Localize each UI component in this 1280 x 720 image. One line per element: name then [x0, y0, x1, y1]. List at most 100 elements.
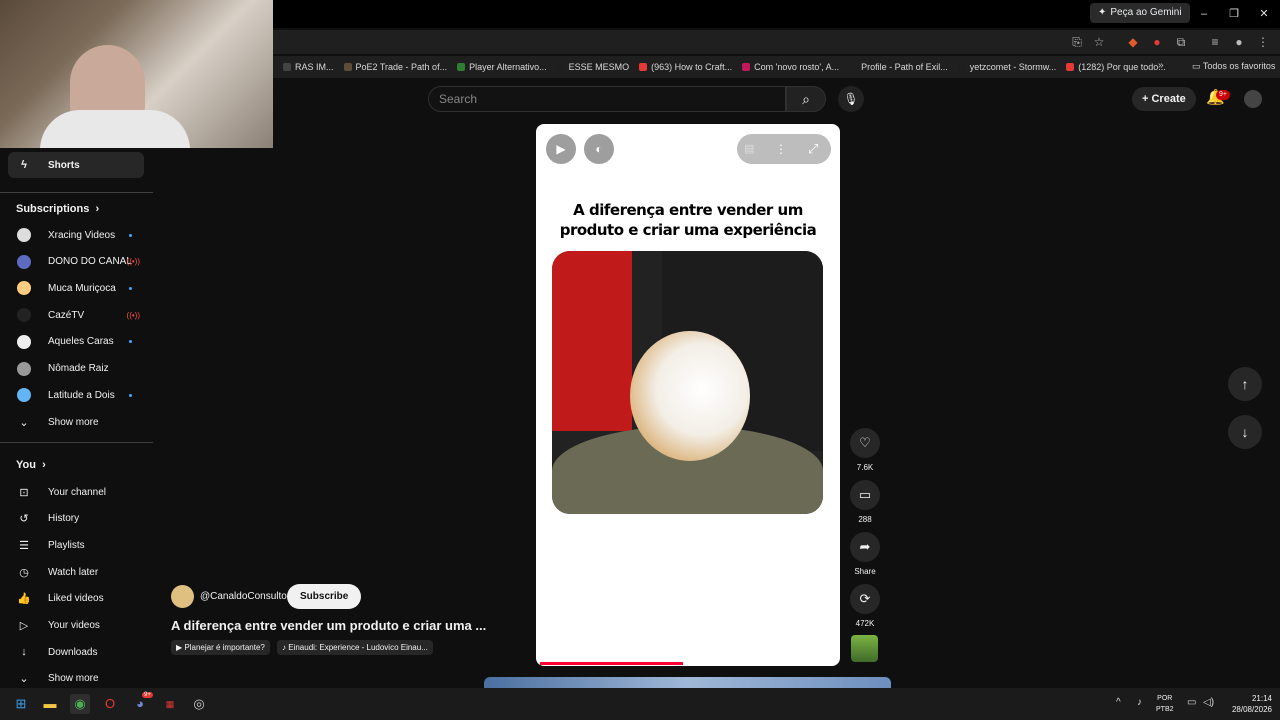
minimize-icon[interactable]: –: [1194, 5, 1214, 23]
sidebar-item-liked-videos[interactable]: 👍 Liked videos: [8, 586, 144, 612]
extensions-icon[interactable]: ⧉: [1172, 33, 1190, 51]
bookmark-item[interactable]: (963) How to Craft...: [639, 62, 732, 72]
file-explorer-icon[interactable]: ▬: [40, 694, 60, 714]
extension-1-icon[interactable]: ◆: [1124, 33, 1142, 51]
more-options-icon[interactable]: ⋮: [775, 142, 787, 156]
opera-icon[interactable]: O: [100, 694, 120, 714]
media-icon[interactable]: ≡: [1206, 33, 1224, 51]
arrow-down-icon[interactable]: ↓: [1228, 415, 1262, 449]
tray-mic-icon[interactable]: ♪: [1137, 697, 1142, 708]
sidebar-item-your-videos[interactable]: ▷ Your videos: [8, 613, 144, 639]
sidebar-item-downloads[interactable]: ↓ Downloads: [8, 639, 144, 665]
subscribe-button[interactable]: Subscribe: [287, 584, 362, 609]
audio-thumbnail[interactable]: [851, 635, 878, 662]
shorts-player[interactable]: A diferença entre vender um produto e cr…: [536, 124, 840, 666]
extension-2-icon[interactable]: ●: [1148, 33, 1166, 51]
windows-start-icon[interactable]: ⊞: [11, 694, 31, 714]
share-icon[interactable]: ➦: [850, 532, 880, 562]
discord-badge: 9+: [142, 692, 153, 698]
search-icon[interactable]: ⌕: [786, 86, 826, 112]
short-title[interactable]: A diferença entre vender um produto e cr…: [171, 618, 486, 633]
sidebar-item-subscription[interactable]: Nômade Raiz: [8, 356, 144, 382]
gemini-button[interactable]: ✦ Peça ao Gemini: [1090, 3, 1190, 23]
sidebar-item-label: Muca Muriçoca: [48, 282, 116, 294]
clock[interactable]: 21:14 28/08/2026: [1222, 693, 1272, 715]
sidebar-item-label: Your videos: [48, 620, 100, 631]
install-app-icon[interactable]: ⎘: [1068, 33, 1086, 51]
bookmark-item[interactable]: Profile - Path of Exil...: [849, 62, 948, 72]
sidebar-item-label: Nômade Raiz: [48, 363, 109, 374]
remix-icon[interactable]: ⟳: [850, 584, 880, 614]
bookmark-item[interactable]: yetzcomet - Stormw...: [957, 62, 1056, 72]
live-icon: ((•)): [126, 257, 140, 267]
channel-avatar: [17, 361, 31, 376]
sidebar-item-subscription[interactable]: CazéTV ((•)): [8, 302, 144, 328]
avatar[interactable]: [1244, 90, 1262, 108]
sidebar-item-subscription[interactable]: Aqueles Caras: [8, 329, 144, 355]
clock-time: 21:14: [1251, 694, 1272, 703]
arrow-up-icon[interactable]: ↑: [1228, 367, 1262, 401]
bookmark-item[interactable]: (1282) Por que todo...: [1066, 62, 1166, 72]
chip-music[interactable]: ♪ Einaudi: Experience - Ludovico Einau..…: [277, 640, 433, 655]
sidebar-item-watch-later[interactable]: ◷ Watch later: [8, 559, 144, 585]
all-bookmarks-label: Todos os favoritos: [1202, 61, 1276, 71]
play-icon[interactable]: ▶: [546, 134, 576, 164]
all-bookmarks-button[interactable]: ▭ Todos os favoritos: [1192, 61, 1275, 72]
star-icon[interactable]: ☆: [1090, 33, 1108, 51]
video-frame[interactable]: [552, 251, 823, 514]
sidebar-item-subscription[interactable]: Xracing Videos: [8, 222, 144, 248]
chevron-right-icon: ›: [39, 459, 46, 471]
bookmark-favicon-icon: [742, 63, 751, 71]
volume-tray-icon[interactable]: ◁): [1203, 697, 1214, 708]
bookmark-item[interactable]: Com 'novo rosto', A...: [742, 62, 839, 72]
close-icon[interactable]: ✕: [1254, 5, 1274, 23]
next-short-preview[interactable]: [484, 677, 891, 688]
sidebar-item-subscription[interactable]: Muca Muriçoca: [8, 275, 144, 301]
chip-topic[interactable]: ▶ Planejar é importante?: [171, 640, 270, 655]
captions-icon[interactable]: ▤: [744, 142, 754, 155]
subscriptions-heading[interactable]: Subscriptions ›: [16, 203, 99, 215]
bookmark-item[interactable]: PoE2 Trade - Path of...: [343, 62, 447, 72]
fullscreen-icon[interactable]: ⤢: [808, 141, 818, 157]
sidebar-item-label: Your channel: [48, 486, 107, 498]
language-indicator[interactable]: POR PTB2: [1156, 693, 1174, 715]
sidebar-item-playlists[interactable]: ☰ Playlists: [8, 532, 144, 558]
bookmark-favicon-icon: [639, 63, 648, 71]
you-heading[interactable]: You ›: [16, 459, 46, 471]
volume-icon[interactable]: ◐: [584, 134, 614, 164]
subs-show-more[interactable]: ⌄ Show more: [8, 409, 144, 435]
bookmark-label: (963) How to Craft...: [651, 62, 733, 72]
sidebar-item-label: History: [48, 513, 80, 525]
video-icon: ▷: [19, 620, 29, 632]
bookmarks-bar: RAS IM... PoE2 Trade - Path of... Player A…: [273, 56, 1280, 78]
menu-icon[interactable]: ⋮: [1254, 33, 1272, 51]
bookmark-item[interactable]: Player Alternativo...: [457, 62, 547, 72]
chrome-icon[interactable]: ◉: [70, 694, 90, 714]
bookmark-item[interactable]: RAS IM...: [283, 62, 334, 72]
sidebar-item-subscription[interactable]: DONO DO CANAL ((•)): [8, 249, 144, 275]
channel-avatar[interactable]: [171, 585, 194, 608]
create-button[interactable]: + Create: [1132, 87, 1196, 111]
sidebar-item-label: Watch later: [48, 566, 99, 578]
bookmark-label: RAS IM...: [295, 62, 334, 72]
sidebar-item-shorts[interactable]: ϟ Shorts: [8, 152, 144, 178]
channel-name[interactable]: @CanaldoConsultor: [200, 591, 290, 602]
restore-icon[interactable]: ❐: [1224, 5, 1244, 23]
comment-icon[interactable]: ▭: [850, 480, 880, 510]
bookmark-item[interactable]: ESSE MESMO: [556, 62, 629, 72]
network-icon[interactable]: ▭: [1187, 697, 1196, 708]
obs-icon[interactable]: ◎: [189, 694, 209, 714]
notification-badge: 9+: [1216, 90, 1230, 100]
progress-bar[interactable]: [540, 662, 683, 665]
sidebar-item-subscription[interactable]: Latitude a Dois: [8, 382, 144, 408]
mic-icon[interactable]: 🎙: [838, 86, 864, 112]
like-icon[interactable]: ♡: [850, 428, 880, 458]
sidebar-item-history[interactable]: ↺ History: [8, 506, 144, 532]
profile-icon[interactable]: ●: [1230, 33, 1248, 51]
more-bookmarks-icon[interactable]: »: [1158, 60, 1164, 71]
search-input[interactable]: Search: [428, 86, 786, 112]
app-icon[interactable]: ▦: [160, 694, 180, 714]
tray-chevron-icon[interactable]: ^: [1116, 697, 1121, 708]
gemini-icon: ✦: [1098, 7, 1107, 18]
sidebar-item-your-channel[interactable]: ⊡ Your channel: [8, 479, 144, 505]
